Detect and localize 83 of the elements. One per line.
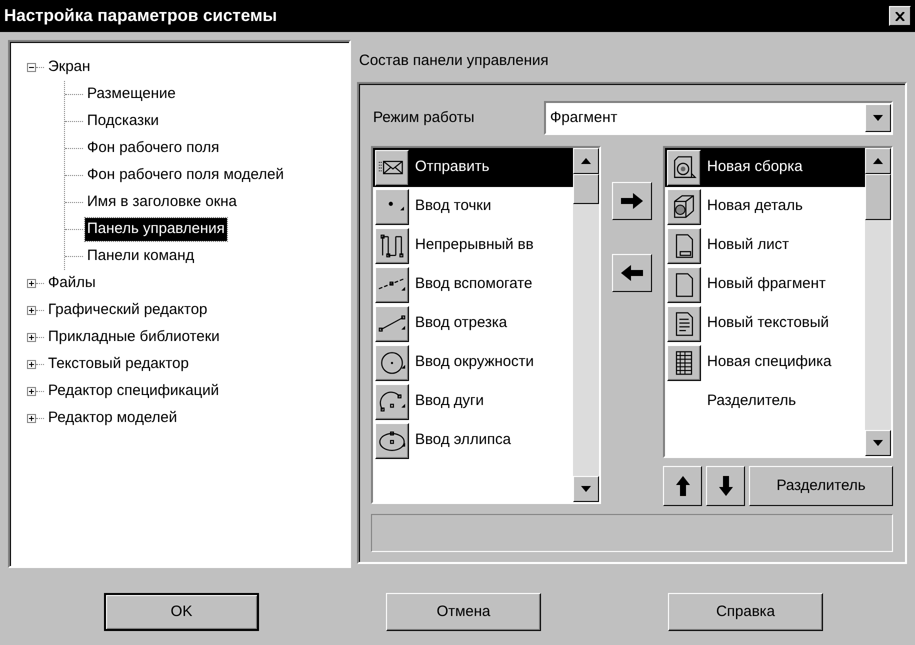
move-down-button[interactable] [706, 466, 745, 506]
item-label: Новый текстовый [706, 313, 829, 334]
list-item[interactable]: Ввод точки [373, 187, 573, 226]
scroll-up-icon [581, 158, 591, 164]
expand-icon[interactable] [27, 387, 36, 396]
close-icon [895, 12, 905, 20]
dialog-button[interactable]: Отмена [386, 593, 541, 631]
list-item[interactable]: Ввод окружности [373, 343, 573, 382]
dropdown-value: Фрагмент [550, 108, 618, 128]
panel-caption: Состав панели управления [359, 50, 549, 71]
left-arrow-icon [621, 265, 643, 281]
expand-icon[interactable] [27, 414, 36, 423]
tree-item[interactable]: Прикладные библиотеки [46, 326, 222, 349]
close-button[interactable] [889, 6, 911, 26]
move-up-button[interactable] [663, 466, 702, 506]
scroll-up-button[interactable] [865, 148, 891, 174]
item-label: Новая сборка [706, 157, 803, 178]
expand-icon[interactable] [27, 360, 36, 369]
list-item[interactable]: Ввод дуги [373, 382, 573, 421]
item-label: Разделитель [706, 391, 796, 412]
add-button[interactable] [612, 182, 652, 220]
expand-icon[interactable] [27, 333, 36, 342]
item-label: Новая деталь [706, 196, 803, 216]
scroll-down-button[interactable] [573, 476, 599, 502]
scroll-down-icon [873, 440, 883, 446]
item-label: Новый лист [706, 235, 789, 256]
list-item[interactable]: Отправить [373, 148, 573, 187]
list-item[interactable]: Ввод отрезка [373, 304, 573, 343]
tree-item[interactable]: Панели команд [85, 245, 196, 268]
item-label: Ввод окружности [414, 352, 534, 372]
list-item[interactable]: Новый лист [665, 226, 865, 265]
scroll-down-button[interactable] [865, 430, 891, 456]
list-item[interactable]: Новая деталь [665, 187, 865, 226]
tree-item[interactable]: Размещение [85, 83, 178, 106]
list-item[interactable]: Новая сборка [665, 148, 865, 187]
list-item[interactable]: Разделитель [665, 382, 865, 421]
scroll-up-button[interactable] [573, 148, 599, 174]
item-label: Ввод точки [414, 196, 492, 216]
caret-icon [873, 115, 883, 121]
tree-item[interactable]: Текстовый редактор [46, 353, 191, 376]
tree-item[interactable]: Экран [46, 56, 92, 79]
point-icon [388, 201, 404, 212]
list-item[interactable]: Непрерывный вв [373, 226, 573, 265]
list-item[interactable]: Новая специфика [665, 343, 865, 382]
list-item[interactable]: Новый текстовый [665, 304, 865, 343]
collapse-icon[interactable] [27, 63, 36, 72]
separator-button[interactable]: Разделитель [749, 466, 893, 506]
expand-icon[interactable] [27, 279, 36, 288]
mode-label: Режим работы [372, 108, 476, 128]
tree-item[interactable]: Подсказки [85, 110, 161, 133]
scroll-up-icon [873, 158, 883, 164]
tree-item[interactable]: Редактор спецификаций [46, 380, 221, 403]
dropdown-button[interactable] [865, 104, 891, 132]
list-item[interactable]: Ввод вспомогате [373, 265, 573, 304]
tree-item[interactable]: Фон рабочего поля [85, 137, 222, 160]
item-label: Ввод дуги [414, 391, 484, 412]
item-label: Ввод вспомогате [414, 274, 532, 294]
list-item[interactable]: Новый фрагмент [665, 265, 865, 304]
remove-button[interactable] [612, 254, 652, 292]
scroll-down-icon [581, 486, 591, 492]
dialog-button[interactable]: OK [104, 593, 259, 631]
right-arrow-icon [621, 193, 643, 209]
expand-icon[interactable] [27, 306, 36, 315]
tree-item[interactable]: Файлы [46, 272, 98, 295]
mode-dropdown[interactable]: Фрагмент [544, 101, 893, 135]
scroll-thumb[interactable] [865, 174, 891, 220]
up-arrow-icon [676, 476, 690, 496]
item-label: Ввод эллипса [414, 430, 511, 450]
tree-item[interactable]: Имя в заголовке окна [85, 191, 239, 214]
item-label: Отправить [414, 157, 490, 178]
down-arrow-icon [718, 476, 732, 496]
tree-item[interactable]: Графический редактор [46, 299, 210, 322]
tree-item[interactable]: Панель управления [85, 218, 227, 241]
tree-item[interactable]: Редактор моделей [46, 407, 180, 430]
item-label: Ввод отрезка [414, 313, 508, 334]
window-title: Настройка параметров системы [4, 5, 278, 28]
tree-item[interactable]: Фон рабочего поля моделей [85, 164, 286, 187]
list-item[interactable]: Ввод эллипса [373, 421, 573, 460]
item-label: Новый фрагмент [706, 274, 826, 294]
item-label: Непрерывный вв [414, 235, 534, 256]
scroll-thumb[interactable] [573, 174, 599, 204]
item-label: Новая специфика [706, 352, 832, 372]
dialog-button[interactable]: Справка [668, 593, 823, 631]
